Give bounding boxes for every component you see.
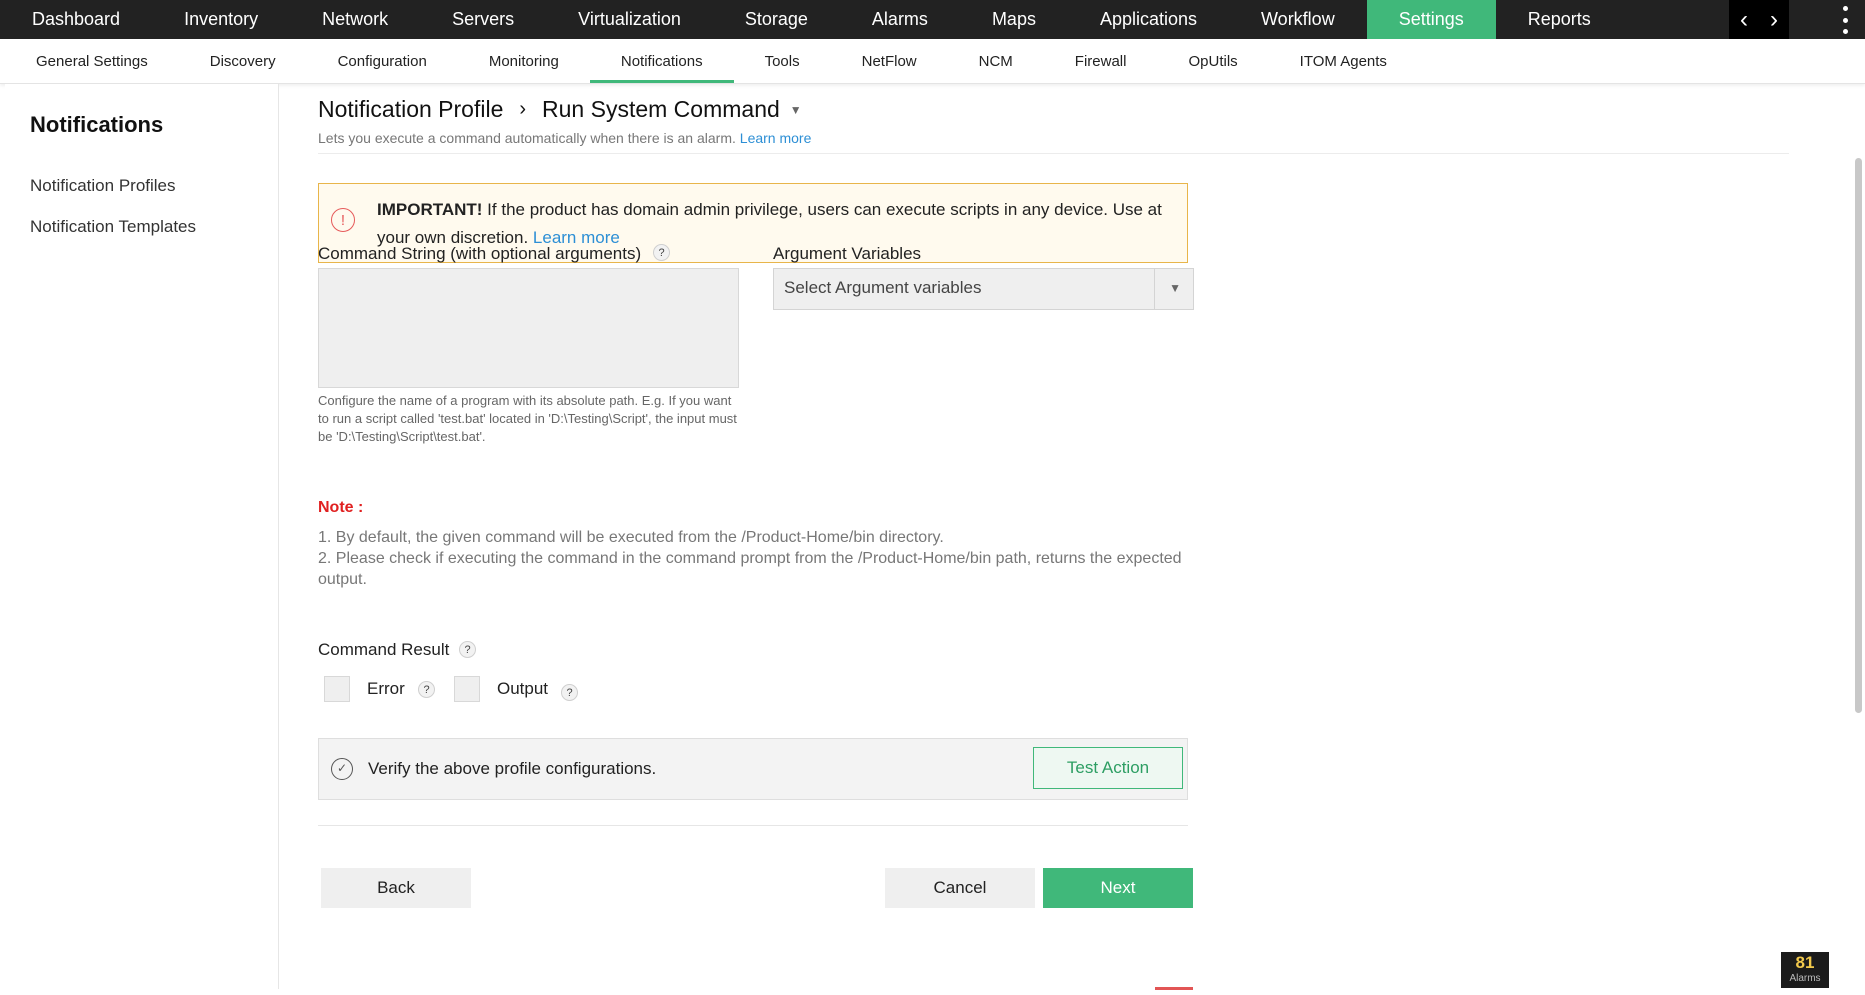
cancel-button[interactable]: Cancel (885, 868, 1035, 908)
top-nav: Dashboard Inventory Network Servers Virt… (0, 0, 1865, 39)
vertical-scrollbar[interactable] (1855, 158, 1862, 713)
divider (318, 153, 1789, 154)
scroll-indicator (1155, 987, 1193, 990)
sub-nav: General Settings Discovery Configuration… (0, 39, 1865, 84)
error-label: Error (367, 679, 405, 698)
nav-alarms[interactable]: Alarms (840, 0, 960, 39)
chevron-left-icon[interactable]: ‹ (1740, 0, 1748, 39)
caret-down-icon[interactable]: ▼ (790, 103, 802, 117)
nav-workflow[interactable]: Workflow (1229, 0, 1367, 39)
tab-notifications[interactable]: Notifications (589, 39, 734, 83)
page-title: Run System Command (542, 96, 780, 122)
nav-settings[interactable]: Settings (1366, 0, 1496, 39)
nav-network[interactable]: Network (290, 0, 420, 39)
error-checkbox[interactable] (324, 676, 350, 702)
sidebar-title: Notifications (30, 112, 164, 137)
argument-variables-placeholder: Select Argument variables (784, 278, 982, 297)
nav-servers[interactable]: Servers (420, 0, 546, 39)
subtitle-text: Lets you execute a command automatically… (318, 130, 736, 146)
verify-text: Verify the above profile configurations. (368, 759, 657, 778)
alarm-badge-label: Alarms (1789, 973, 1821, 984)
command-help-icon[interactable]: ? (653, 244, 670, 261)
alarm-count-badge[interactable]: 81 Alarms (1781, 952, 1829, 988)
tab-tools[interactable]: Tools (734, 39, 831, 83)
verified-badge-icon: ✓ (331, 758, 353, 780)
command-string-label: Command String (with optional arguments) (318, 244, 642, 263)
command-result-label: Command Result (318, 640, 450, 659)
test-action-button[interactable]: Test Action (1033, 747, 1183, 789)
nav-reports[interactable]: Reports (1496, 0, 1623, 39)
argument-variables-select[interactable]: Select Argument variables ▼ (773, 268, 1194, 310)
nav-dashboard[interactable]: Dashboard (0, 0, 152, 39)
nav-scroll-arrows: ‹ › (1729, 0, 1789, 39)
tab-configuration[interactable]: Configuration (307, 39, 458, 83)
nav-inventory[interactable]: Inventory (152, 0, 290, 39)
nav-applications[interactable]: Applications (1068, 0, 1229, 39)
select-divider (1154, 269, 1155, 309)
breadcrumb-parent[interactable]: Notification Profile (318, 96, 503, 123)
tab-oputils[interactable]: OpUtils (1157, 39, 1268, 83)
tab-firewall[interactable]: Firewall (1044, 39, 1158, 83)
subtitle-learn-more-link[interactable]: Learn more (740, 130, 812, 146)
main-content: Notification Profile › Run System Comman… (279, 84, 1839, 989)
tab-monitoring[interactable]: Monitoring (458, 39, 590, 83)
alarm-count: 81 (1795, 953, 1815, 972)
nav-storage[interactable]: Storage (713, 0, 840, 39)
output-help-icon[interactable]: ? (561, 684, 578, 701)
note-title: Note : (318, 499, 364, 516)
note-line-2: 2. Please check if executing the command… (318, 550, 1182, 588)
sidebar: Notifications Notification Profiles Noti… (5, 84, 279, 989)
divider (318, 825, 1188, 826)
tab-discovery[interactable]: Discovery (179, 39, 307, 83)
note-line-1: 1. By default, the given command will be… (318, 529, 944, 546)
tab-ncm[interactable]: NCM (948, 39, 1044, 83)
note-text: 1. By default, the given command will be… (318, 527, 1188, 590)
nav-maps[interactable]: Maps (960, 0, 1068, 39)
breadcrumb: Notification Profile › Run System Comman… (318, 96, 802, 123)
sidebar-item-notification-profiles[interactable]: Notification Profiles (30, 176, 176, 196)
warning-body: If the product has domain admin privileg… (377, 200, 1162, 247)
chevron-down-icon: ▼ (1169, 281, 1181, 295)
chevron-right-icon[interactable]: › (1770, 0, 1778, 39)
nav-virtualization[interactable]: Virtualization (546, 0, 713, 39)
more-options-icon[interactable] (1840, 6, 1850, 34)
alert-icon: ! (331, 208, 355, 232)
command-string-input[interactable] (318, 268, 739, 388)
argument-variables-label: Argument Variables (773, 244, 922, 263)
page-subtitle: Lets you execute a command automatically… (318, 130, 811, 146)
verify-panel: ✓ Verify the above profile configuration… (318, 738, 1188, 800)
tab-netflow[interactable]: NetFlow (831, 39, 948, 83)
output-checkbox[interactable] (454, 676, 480, 702)
tab-general-settings[interactable]: General Settings (0, 39, 179, 83)
sidebar-item-notification-templates[interactable]: Notification Templates (30, 217, 196, 237)
error-help-icon[interactable]: ? (418, 681, 435, 698)
warning-label: IMPORTANT! (377, 200, 483, 219)
tab-itom-agents[interactable]: ITOM Agents (1269, 39, 1418, 83)
command-result-help-icon[interactable]: ? (459, 641, 476, 658)
next-button[interactable]: Next (1043, 868, 1193, 908)
command-help-text: Configure the name of a program with its… (318, 393, 737, 444)
back-button[interactable]: Back (321, 868, 471, 908)
output-label: Output (497, 679, 549, 698)
breadcrumb-separator-icon: › (519, 98, 527, 120)
